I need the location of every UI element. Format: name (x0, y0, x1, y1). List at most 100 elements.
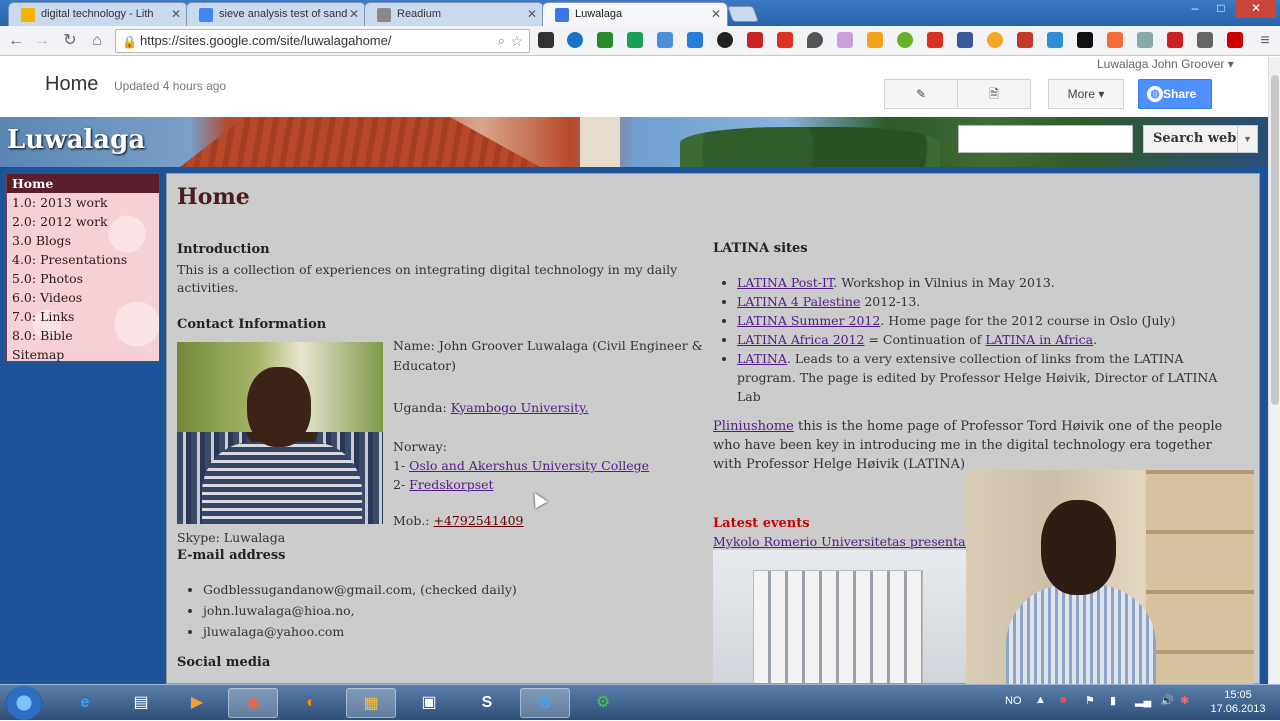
latina-post-it-link[interactable]: LATINA Post-IT (737, 275, 833, 290)
download-icon[interactable] (1137, 32, 1153, 48)
extension-icon[interactable] (897, 32, 913, 48)
youtube-icon[interactable] (1167, 32, 1183, 48)
home-button[interactable]: ⌂ (86, 30, 108, 52)
volume-icon[interactable]: 🔊 (1160, 694, 1174, 707)
list-item: LATINA Africa 2012 = Continuation of LAT… (737, 330, 1237, 349)
sidebar-item-blogs[interactable]: 3.0 Blogs (7, 231, 159, 250)
chrome-icon[interactable]: ◉ (228, 688, 278, 718)
fredskorpset-link[interactable]: Fredskorpset (409, 477, 493, 492)
extension-icon[interactable] (538, 32, 554, 48)
sidebar-item-photos[interactable]: 5.0: Photos (7, 269, 159, 288)
sidebar-item-home[interactable]: Home (7, 174, 159, 193)
tab-readium[interactable]: Readium ✕ (364, 2, 544, 26)
close-tab-icon[interactable]: ✕ (711, 7, 721, 21)
firefox-icon[interactable]: ◐ (286, 688, 336, 718)
sidebar-item-2013-work[interactable]: 1.0: 2013 work (7, 193, 159, 212)
calculator-icon[interactable]: ▣ (404, 688, 454, 718)
new-page-button[interactable]: 🗎 (957, 79, 1031, 109)
bookmark-star-icon[interactable]: ☆ (510, 30, 523, 52)
forward-button[interactable]: → (31, 30, 53, 52)
user-account-menu[interactable]: Luwalaga John Groover ▾ (1097, 57, 1234, 71)
tab-digital-technology[interactable]: digital technology - Lith ✕ (8, 2, 188, 26)
sidebar-item-videos[interactable]: 6.0: Videos (7, 288, 159, 307)
flag-icon[interactable]: ⚑ (1085, 694, 1095, 707)
new-tab-button[interactable] (727, 6, 759, 22)
file-explorer-icon[interactable]: ▤ (116, 688, 166, 718)
extension-icon[interactable] (567, 32, 583, 48)
sidebar-item-presentations[interactable]: 4.0: Presentations (7, 250, 159, 269)
extension-icon[interactable] (597, 32, 613, 48)
plus-icon[interactable] (1107, 32, 1123, 48)
extension-icon[interactable] (657, 32, 673, 48)
norway-2-prefix: 2- (393, 477, 406, 492)
facebook-icon[interactable] (957, 32, 973, 48)
latina-in-africa-link[interactable]: LATINA in Africa (985, 332, 1093, 347)
skype-icon[interactable]: S (520, 688, 570, 718)
map-pin-icon[interactable] (807, 32, 823, 48)
scrollbar-thumb[interactable] (1271, 75, 1279, 405)
cnn-icon[interactable] (1227, 32, 1243, 48)
page-scrollbar[interactable] (1268, 57, 1280, 684)
language-indicator[interactable]: NO (1005, 695, 1022, 707)
extension-icon[interactable] (777, 32, 793, 48)
rss-icon[interactable] (867, 32, 883, 48)
office-icon[interactable]: ▦ (346, 688, 396, 718)
kyambogo-link[interactable]: Kyambogo University. (451, 400, 589, 415)
share-button[interactable]: ◍ Share (1138, 79, 1212, 109)
sidebar-item-2012-work[interactable]: 2.0: 2012 work (7, 212, 159, 231)
start-button[interactable] (6, 686, 42, 720)
maximize-button[interactable]: □ (1208, 0, 1234, 18)
menu-icon[interactable]: ≡ (1254, 30, 1276, 52)
mail-icon[interactable] (1197, 32, 1213, 48)
reload-button[interactable]: ↻ (59, 30, 81, 52)
extension-icon[interactable] (687, 32, 703, 48)
search-dropdown-button[interactable]: ▼ (1238, 125, 1258, 153)
back-button[interactable]: ← (5, 30, 27, 52)
tray-warning-icon[interactable]: ✱ (1180, 694, 1189, 707)
pinterest-icon[interactable] (1077, 32, 1093, 48)
sidebar-item-sitemap[interactable]: Sitemap (7, 345, 159, 364)
sidebar-item-links[interactable]: 7.0: Links (7, 307, 159, 326)
internet-explorer-icon[interactable]: e (60, 688, 110, 718)
extension-icon[interactable] (927, 32, 943, 48)
sidebar-item-bible[interactable]: 8.0: Bible (7, 326, 159, 345)
extension-icon[interactable] (747, 32, 763, 48)
tab-luwalaga[interactable]: Luwalaga ✕ (542, 2, 728, 26)
search-input[interactable] (958, 125, 1133, 153)
extension-icon[interactable] (1047, 32, 1063, 48)
edit-page-button[interactable]: ✎ (884, 79, 958, 109)
close-window-button[interactable]: ✕ (1236, 0, 1276, 18)
close-tab-icon[interactable]: ✕ (527, 7, 537, 21)
extension-icon[interactable] (987, 32, 1003, 48)
latina-4-palestine-link[interactable]: LATINA 4 Palestine (737, 294, 860, 309)
latest-event-image[interactable] (713, 550, 967, 683)
media-player-icon[interactable]: ▶ (172, 688, 222, 718)
address-bar[interactable]: 🔒 https://sites.google.com/site/luwalaga… (115, 29, 530, 53)
more-button[interactable]: More ▾ (1048, 79, 1124, 109)
show-hidden-icons[interactable]: ▲ (1035, 694, 1046, 706)
network-icon[interactable]: ▂▄ (1135, 694, 1151, 707)
latina-link[interactable]: LATINA (737, 351, 787, 366)
extension-icon[interactable] (627, 32, 643, 48)
site-title[interactable]: Luwalaga (7, 125, 145, 155)
mobile-phone-link[interactable]: +4792541409 (434, 513, 524, 528)
tab-sieve-analysis[interactable]: sieve analysis test of sand ✕ (186, 2, 366, 26)
pliniushome-link[interactable]: Pliniushome (713, 419, 794, 434)
latina-summer-2012-link[interactable]: LATINA Summer 2012 (737, 313, 880, 328)
minimize-button[interactable]: – (1182, 0, 1208, 18)
close-tab-icon[interactable]: ✕ (349, 7, 359, 21)
network-tool-icon[interactable]: ⚙ (578, 688, 628, 718)
app-s-icon[interactable]: S (462, 688, 512, 718)
gear-icon[interactable] (1017, 32, 1033, 48)
battery-icon[interactable]: ▮ (1110, 694, 1116, 707)
latina-africa-2012-link[interactable]: LATINA Africa 2012 (737, 332, 865, 347)
tray-app-icon[interactable]: ■ (1060, 694, 1067, 706)
close-tab-icon[interactable]: ✕ (171, 7, 181, 21)
extension-icon[interactable] (837, 32, 853, 48)
oslo-akershus-link[interactable]: Oslo and Akershus University College (409, 458, 649, 473)
search-web-button[interactable]: Search web (1143, 125, 1238, 153)
search-icon[interactable]: ⌕ (498, 30, 505, 52)
system-clock[interactable]: 15:05 17.06.2013 (1208, 688, 1268, 716)
extension-icon[interactable] (717, 32, 733, 48)
webcam-person-body (1006, 585, 1156, 684)
